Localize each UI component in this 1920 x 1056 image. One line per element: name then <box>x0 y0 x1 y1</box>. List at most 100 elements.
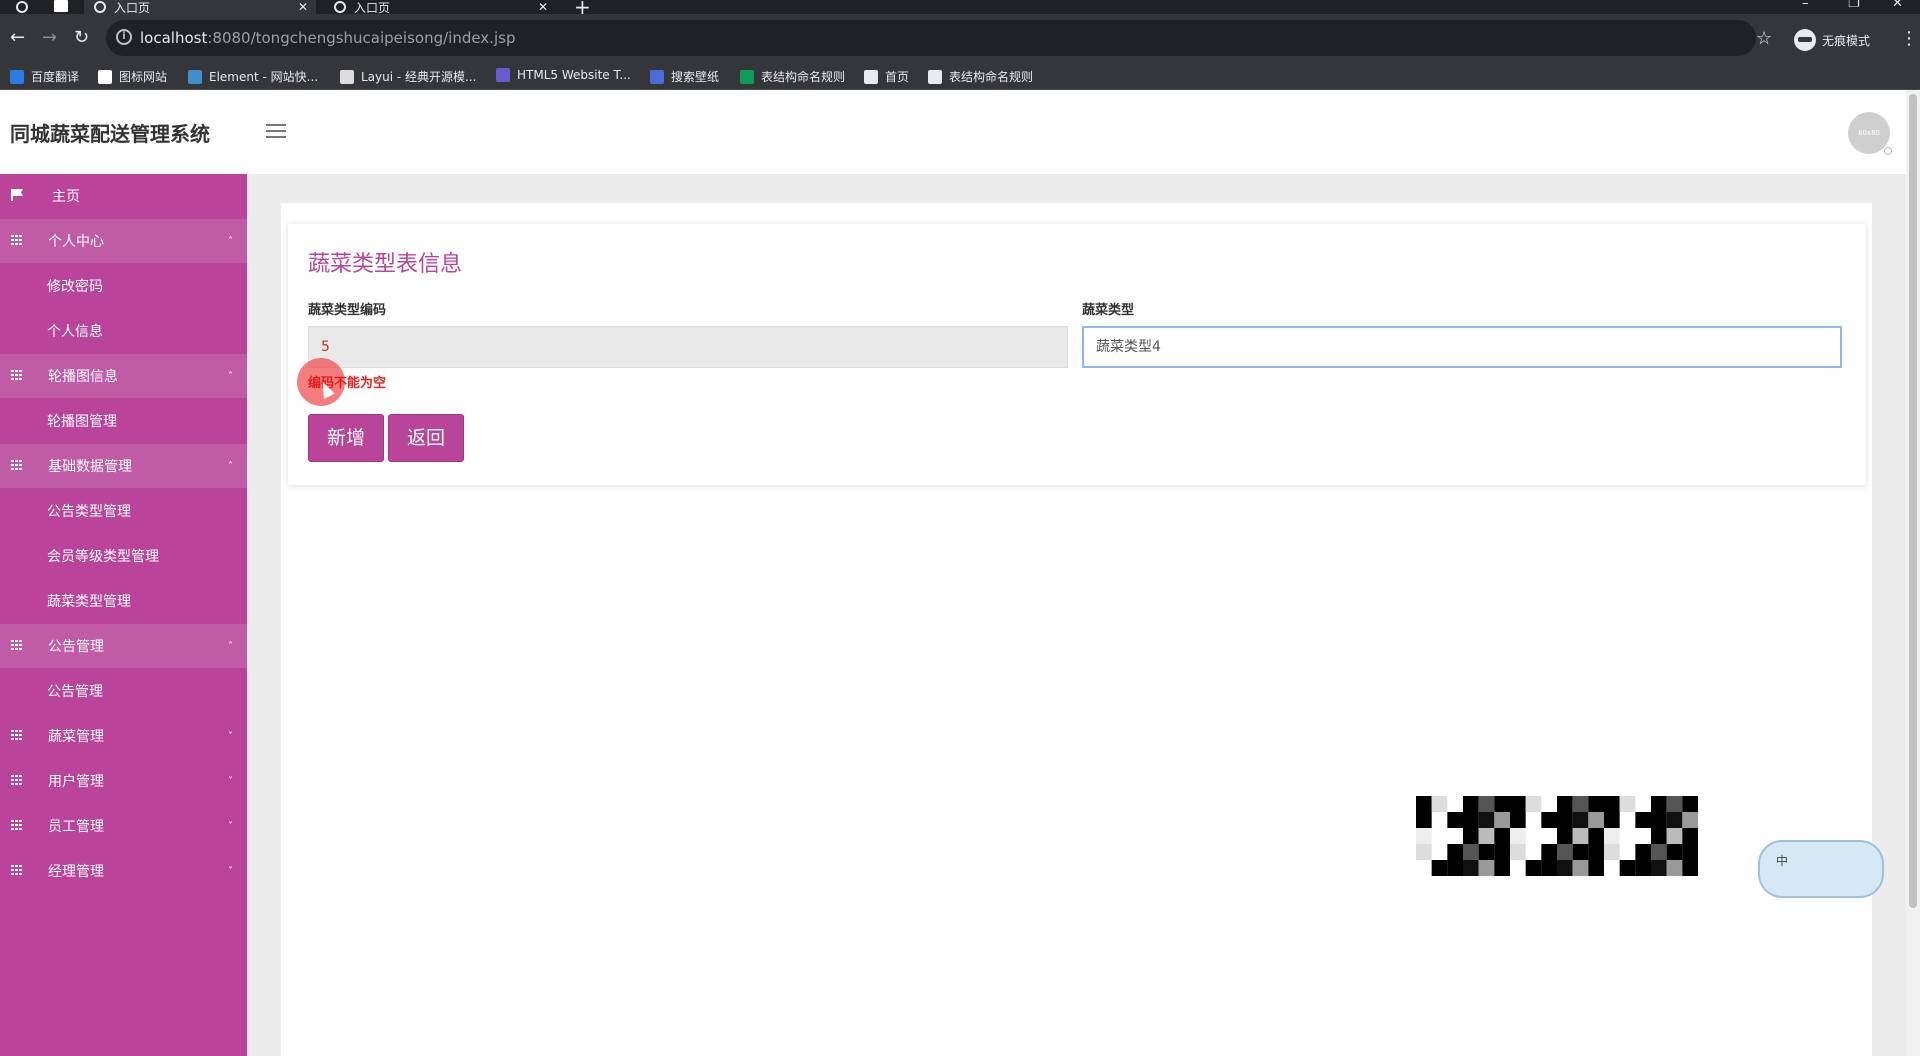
restore-icon[interactable]: ❐ <box>1848 0 1860 11</box>
incognito-icon <box>1794 29 1816 51</box>
sidebar-item-label: 轮播图管理 <box>47 414 117 430</box>
sidebar-item[interactable]: 轮播图信息 ˄ <box>0 354 247 398</box>
sidebar-item[interactable]: 主页 <box>0 174 247 218</box>
bookmark-label: 搜索壁纸 <box>671 70 720 84</box>
bookmark-item[interactable]: 搜索壁纸 <box>650 68 719 85</box>
bookmark-item[interactable]: 图标网站 <box>98 68 167 85</box>
tab-close-icon[interactable]: ✕ <box>538 0 548 14</box>
sidebar-item[interactable]: 员工管理 ˅ <box>0 804 247 848</box>
type-input[interactable]: 蔬菜类型4 <box>1082 326 1842 368</box>
close-window-icon[interactable]: ✕ <box>1892 0 1903 11</box>
incognito-label: 无痕模式 <box>1822 33 1871 48</box>
sidebar-item-label: 个人中心 <box>48 234 104 250</box>
bookmark-label: Element - 网站快... <box>209 70 319 84</box>
sidebar-item[interactable]: 公告管理 <box>0 669 247 713</box>
sidebar-item-label: 蔬菜类型管理 <box>47 594 131 610</box>
sidebar-item[interactable]: 用户管理 ˅ <box>0 759 247 803</box>
bookmark-item[interactable]: HTML5 Website T... <box>496 68 631 82</box>
sidebar-item[interactable]: 蔬菜类型管理 <box>0 579 247 623</box>
grid-icon <box>11 775 23 785</box>
sidebar-item-label: 用户管理 <box>48 774 104 790</box>
sidebar-item-label: 轮播图信息 <box>48 369 118 385</box>
chevron-up-icon: ˄ <box>228 370 233 382</box>
browser-menu-icon[interactable]: ⋮ <box>1900 28 1918 49</box>
bookmark-item[interactable]: 表结构命名规则 <box>928 68 1033 85</box>
bookmark-label: Layui - 经典开源模... <box>361 70 477 84</box>
chevron-up-icon: ˄ <box>228 640 233 652</box>
sidebar-item[interactable]: 经理管理 ˅ <box>0 849 247 893</box>
sidebar-item[interactable]: 蔬菜管理 ˅ <box>0 714 247 758</box>
widget-label: 中 <box>1776 854 1789 868</box>
form-card: 蔬菜类型表信息 蔬菜类型编码 5 蔬菜类型 蔬菜类型4 编码不能为空 新增 返回 <box>288 224 1866 485</box>
tab-globe-icon <box>334 1 346 13</box>
flag-icon <box>11 189 23 201</box>
sidebar-item-label: 会员等级类型管理 <box>47 549 159 565</box>
bookmarks-bar: 百度翻译 图标网站 Element - 网站快... Layui - 经典开源模...… <box>0 62 1920 90</box>
bookmark-icon <box>10 69 24 84</box>
grid-icon <box>11 820 23 830</box>
tab-close-icon[interactable]: ✕ <box>298 0 308 14</box>
browser-tab-1[interactable]: 入口页 ✕ <box>84 0 316 15</box>
bookmark-label: 表结构命名规则 <box>761 70 846 84</box>
address-bar[interactable]: i localhost:8080/tongchengshucaipeisong/… <box>106 20 1756 56</box>
grid-icon <box>11 460 23 470</box>
sidebar-item-label: 公告管理 <box>48 639 104 655</box>
url-text: localhost:8080/tongchengshucaipeisong/in… <box>140 29 516 47</box>
sidebar-item[interactable]: 会员等级类型管理 <box>0 534 247 578</box>
bookmark-star-icon[interactable]: ☆ <box>1756 28 1772 49</box>
chevron-down-icon: ˅ <box>228 775 233 787</box>
bookmark-label: 百度翻译 <box>31 70 80 84</box>
bookmark-item[interactable]: 首页 <box>864 68 909 85</box>
sidebar-item[interactable]: 公告类型管理 <box>0 489 247 533</box>
site-info-icon[interactable]: i <box>116 29 132 45</box>
bookmark-icon <box>340 69 354 84</box>
chevron-down-icon: ˅ <box>228 865 233 877</box>
sidebar-item[interactable]: 轮播图管理 <box>0 399 247 443</box>
sidebar-item[interactable]: 基础数据管理 ˄ <box>0 444 247 488</box>
back-button[interactable]: 返回 <box>388 414 464 462</box>
bookmark-label: 表结构命名规则 <box>949 70 1034 84</box>
app-title: 同城蔬菜配送管理系统 <box>10 122 210 146</box>
forward-icon[interactable]: → <box>42 26 57 50</box>
pixelated-overlay <box>1416 796 1698 876</box>
grid-icon <box>11 865 23 875</box>
tab-globe-icon <box>94 1 106 13</box>
minimize-icon[interactable]: – <box>1802 0 1809 11</box>
sidebar-item-label: 蔬菜管理 <box>48 729 104 745</box>
bookmark-icon <box>496 68 510 82</box>
browser-tab-2[interactable]: 入口页 ✕ <box>324 0 556 15</box>
sidebar-item[interactable]: 个人中心 ˄ <box>0 219 247 263</box>
reload-icon[interactable]: ↻ <box>74 26 89 50</box>
browser-tab-bar: 入口页 ✕ 入口页 ✕ + – ❐ ✕ <box>0 0 1920 19</box>
sidebar-item[interactable]: 公告管理 ˄ <box>0 624 247 668</box>
bookmark-item[interactable]: 百度翻译 <box>10 68 79 85</box>
sidebar-item-label: 公告类型管理 <box>47 504 131 520</box>
bookmark-item[interactable]: Element - 网站快... <box>188 68 318 85</box>
bookmark-label: 图标网站 <box>119 70 168 84</box>
sidebar-item-label: 员工管理 <box>48 819 104 835</box>
bookmark-item[interactable]: 表结构命名规则 <box>740 68 845 85</box>
sidebar-item-label: 公告管理 <box>47 684 103 700</box>
back-icon[interactable]: ← <box>10 26 25 50</box>
grid-icon <box>11 235 23 245</box>
sidebar-item-label: 经理管理 <box>48 864 104 880</box>
form-title: 蔬菜类型表信息 <box>308 252 463 277</box>
grid-icon <box>11 640 23 650</box>
floating-widget[interactable]: 中 <box>1758 840 1884 898</box>
sidebar-item-label: 个人信息 <box>47 324 103 340</box>
code-input[interactable]: 5 <box>308 326 1068 368</box>
avatar[interactable]: 80x80 <box>1848 112 1890 154</box>
sidebar-item[interactable]: 修改密码 <box>0 264 247 308</box>
menu-toggle-icon[interactable] <box>266 124 286 138</box>
bookmark-icon <box>98 69 112 84</box>
chevron-down-icon: ˅ <box>228 820 233 832</box>
sidebar-item-label: 主页 <box>52 189 80 205</box>
add-button[interactable]: 新增 <box>308 414 384 462</box>
browser-toolbar: ← → ↻ i localhost:8080/tongchengshucaipe… <box>0 14 1920 62</box>
incognito-indicator[interactable]: 无痕模式 <box>1794 28 1870 52</box>
bookmark-label: HTML5 Website T... <box>517 68 631 82</box>
scrollbar-thumb[interactable] <box>1909 94 1917 908</box>
avatar-status-dot <box>1884 147 1892 155</box>
bookmark-item[interactable]: Layui - 经典开源模... <box>340 68 476 85</box>
sidebar-item[interactable]: 个人信息 <box>0 309 247 353</box>
